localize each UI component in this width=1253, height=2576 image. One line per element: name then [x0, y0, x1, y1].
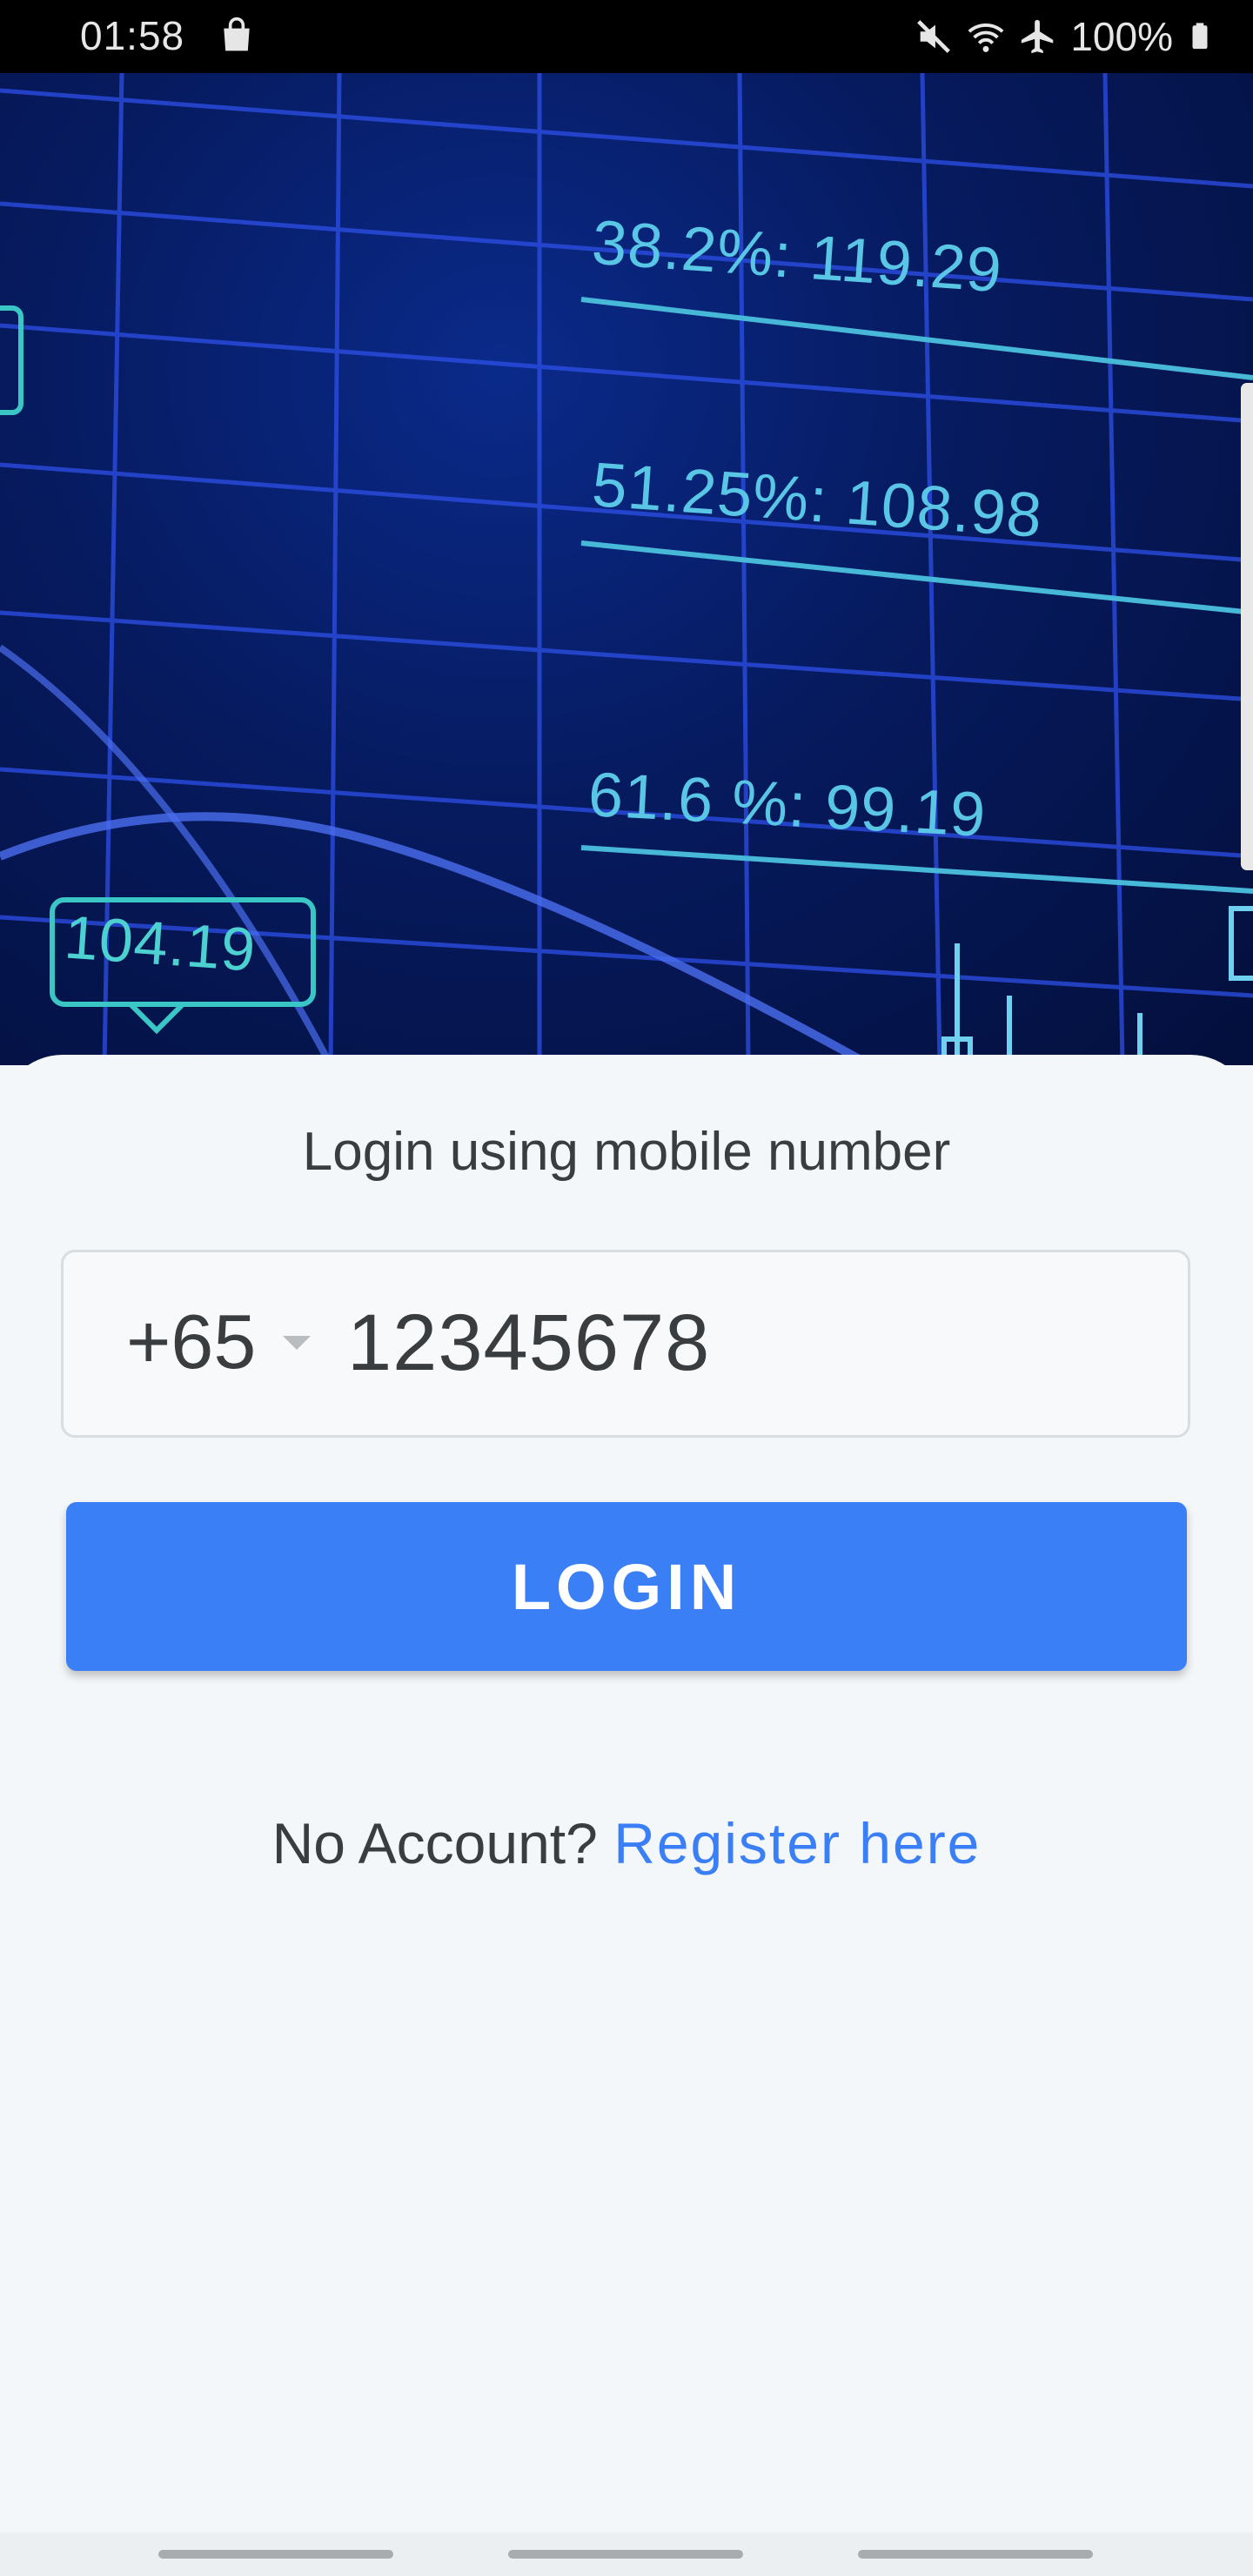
shopping-bag-icon	[224, 17, 250, 51]
country-code-select[interactable]: +65	[126, 1298, 256, 1386]
edge-panel-handle[interactable]	[1241, 383, 1253, 870]
navigation-bar	[0, 2532, 1253, 2576]
login-title: Login using mobile number	[302, 1122, 951, 1182]
phone-number-input[interactable]: 12345678	[347, 1298, 710, 1389]
mute-icon	[917, 20, 951, 53]
battery-percentage: 100%	[1070, 14, 1173, 59]
phone-input-field[interactable]: +65 12345678	[61, 1250, 1190, 1438]
nav-back-button[interactable]	[858, 2550, 1093, 2559]
wifi-icon	[968, 23, 1004, 52]
status-bar: 01:58 100%	[0, 0, 1253, 73]
nav-recents-button[interactable]	[158, 2550, 393, 2559]
login-sheet: Login using mobile number +65 12345678 L…	[0, 1055, 1253, 2534]
no-account-text: No Account?	[271, 1811, 614, 1875]
register-prompt: No Account? Register here	[0, 1810, 1253, 1876]
register-link[interactable]: Register here	[613, 1811, 981, 1875]
status-icons: 100%	[914, 10, 1215, 63]
battery-icon	[1192, 23, 1208, 50]
chevron-down-icon[interactable]	[279, 1332, 314, 1353]
login-button[interactable]: LOGIN	[66, 1502, 1187, 1671]
status-time: 01:58	[80, 13, 185, 58]
hero-chart-image: 38.2%: 119.29 51.25%: 108.98 61.6 %: 99.…	[0, 73, 1253, 1065]
airplane-icon	[1022, 19, 1054, 54]
hero-label: 104.19	[62, 902, 258, 984]
nav-home-button[interactable]	[508, 2550, 743, 2559]
